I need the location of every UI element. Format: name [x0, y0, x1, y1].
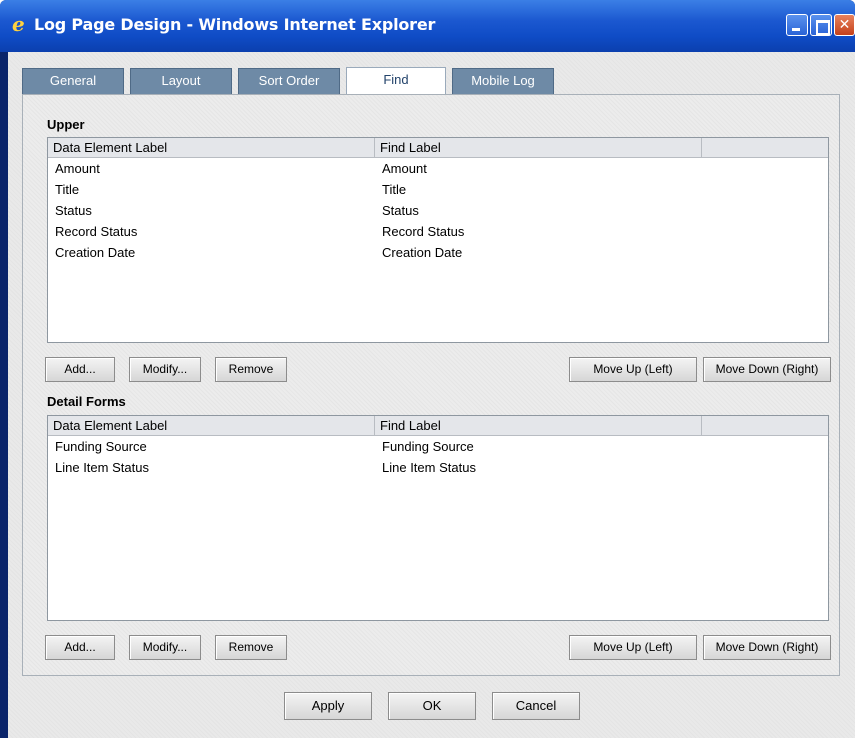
tab-sort-order[interactable]: Sort Order	[238, 68, 340, 94]
window-title: Log Page Design - Windows Internet Explo…	[34, 15, 436, 34]
list-row[interactable]: Amount Amount	[48, 158, 828, 179]
detail-add-button[interactable]: Add...	[45, 635, 115, 660]
upper-move-up-button[interactable]: Move Up (Left)	[569, 357, 697, 382]
find-panel: Upper Data Element Label Find Label Amou…	[22, 94, 840, 676]
find-label-cell: Creation Date	[382, 245, 463, 260]
data-element-cell: Amount	[55, 161, 100, 176]
detail-modify-button[interactable]: Modify...	[129, 635, 201, 660]
tab-general[interactable]: General	[22, 68, 124, 94]
data-element-cell: Funding Source	[55, 439, 147, 454]
data-element-cell: Status	[55, 203, 92, 218]
tab-mobile-log[interactable]: Mobile Log	[452, 68, 554, 94]
minimize-button[interactable]	[786, 14, 808, 36]
detail-list-header: Data Element Label Find Label	[48, 416, 828, 436]
column-header-empty[interactable]	[702, 416, 828, 435]
list-row[interactable]: Title Title	[48, 179, 828, 200]
maximize-button[interactable]	[810, 14, 832, 36]
column-header-find-label[interactable]: Find Label	[375, 138, 702, 157]
upper-remove-button[interactable]: Remove	[215, 357, 287, 382]
data-element-cell: Line Item Status	[55, 460, 149, 475]
detail-remove-button[interactable]: Remove	[215, 635, 287, 660]
upper-section-label: Upper	[47, 117, 85, 132]
detail-forms-list[interactable]: Data Element Label Find Label Funding So…	[47, 415, 829, 621]
title-bar: e Log Page Design - Windows Internet Exp…	[0, 0, 855, 52]
find-label-cell: Amount	[382, 161, 427, 176]
list-row[interactable]: Line Item Status Line Item Status	[48, 457, 828, 478]
find-label-cell: Funding Source	[382, 439, 474, 454]
find-label-cell: Title	[382, 182, 407, 197]
column-header-data-element-label[interactable]: Data Element Label	[48, 416, 375, 435]
find-label-cell: Record Status	[382, 224, 465, 239]
find-label-cell: Status	[382, 203, 419, 218]
tab-layout[interactable]: Layout	[130, 68, 232, 94]
list-row[interactable]: Record Status Record Status	[48, 221, 828, 242]
list-row[interactable]: Status Status	[48, 200, 828, 221]
upper-list-header: Data Element Label Find Label	[48, 138, 828, 158]
find-label-cell: Line Item Status	[382, 460, 476, 475]
detail-move-up-button[interactable]: Move Up (Left)	[569, 635, 697, 660]
column-header-find-label[interactable]: Find Label	[375, 416, 702, 435]
data-element-cell: Title	[55, 182, 80, 197]
upper-move-down-button[interactable]: Move Down (Right)	[703, 357, 831, 382]
upper-add-button[interactable]: Add...	[45, 357, 115, 382]
detail-move-down-button[interactable]: Move Down (Right)	[703, 635, 831, 660]
detail-forms-section-label: Detail Forms	[47, 394, 126, 409]
dialog-body: General Layout Sort Order Find Mobile Lo…	[8, 52, 855, 738]
data-element-cell: Record Status	[55, 224, 138, 239]
apply-button[interactable]: Apply	[284, 692, 372, 720]
close-button[interactable]: ✕	[834, 14, 855, 36]
upper-list[interactable]: Data Element Label Find Label Amount Amou…	[47, 137, 829, 343]
list-row[interactable]: Funding Source Funding Source	[48, 436, 828, 457]
upper-modify-button[interactable]: Modify...	[129, 357, 201, 382]
tab-find[interactable]: Find	[346, 67, 446, 95]
column-header-empty[interactable]	[702, 138, 828, 157]
ok-button[interactable]: OK	[388, 692, 476, 720]
internet-explorer-icon: e	[12, 12, 25, 36]
column-header-data-element-label[interactable]: Data Element Label	[48, 138, 375, 157]
data-element-cell: Creation Date	[55, 245, 136, 260]
browser-window: e Log Page Design - Windows Internet Exp…	[0, 0, 855, 738]
list-row[interactable]: Creation Date Creation Date	[48, 242, 828, 263]
cancel-button[interactable]: Cancel	[492, 692, 580, 720]
